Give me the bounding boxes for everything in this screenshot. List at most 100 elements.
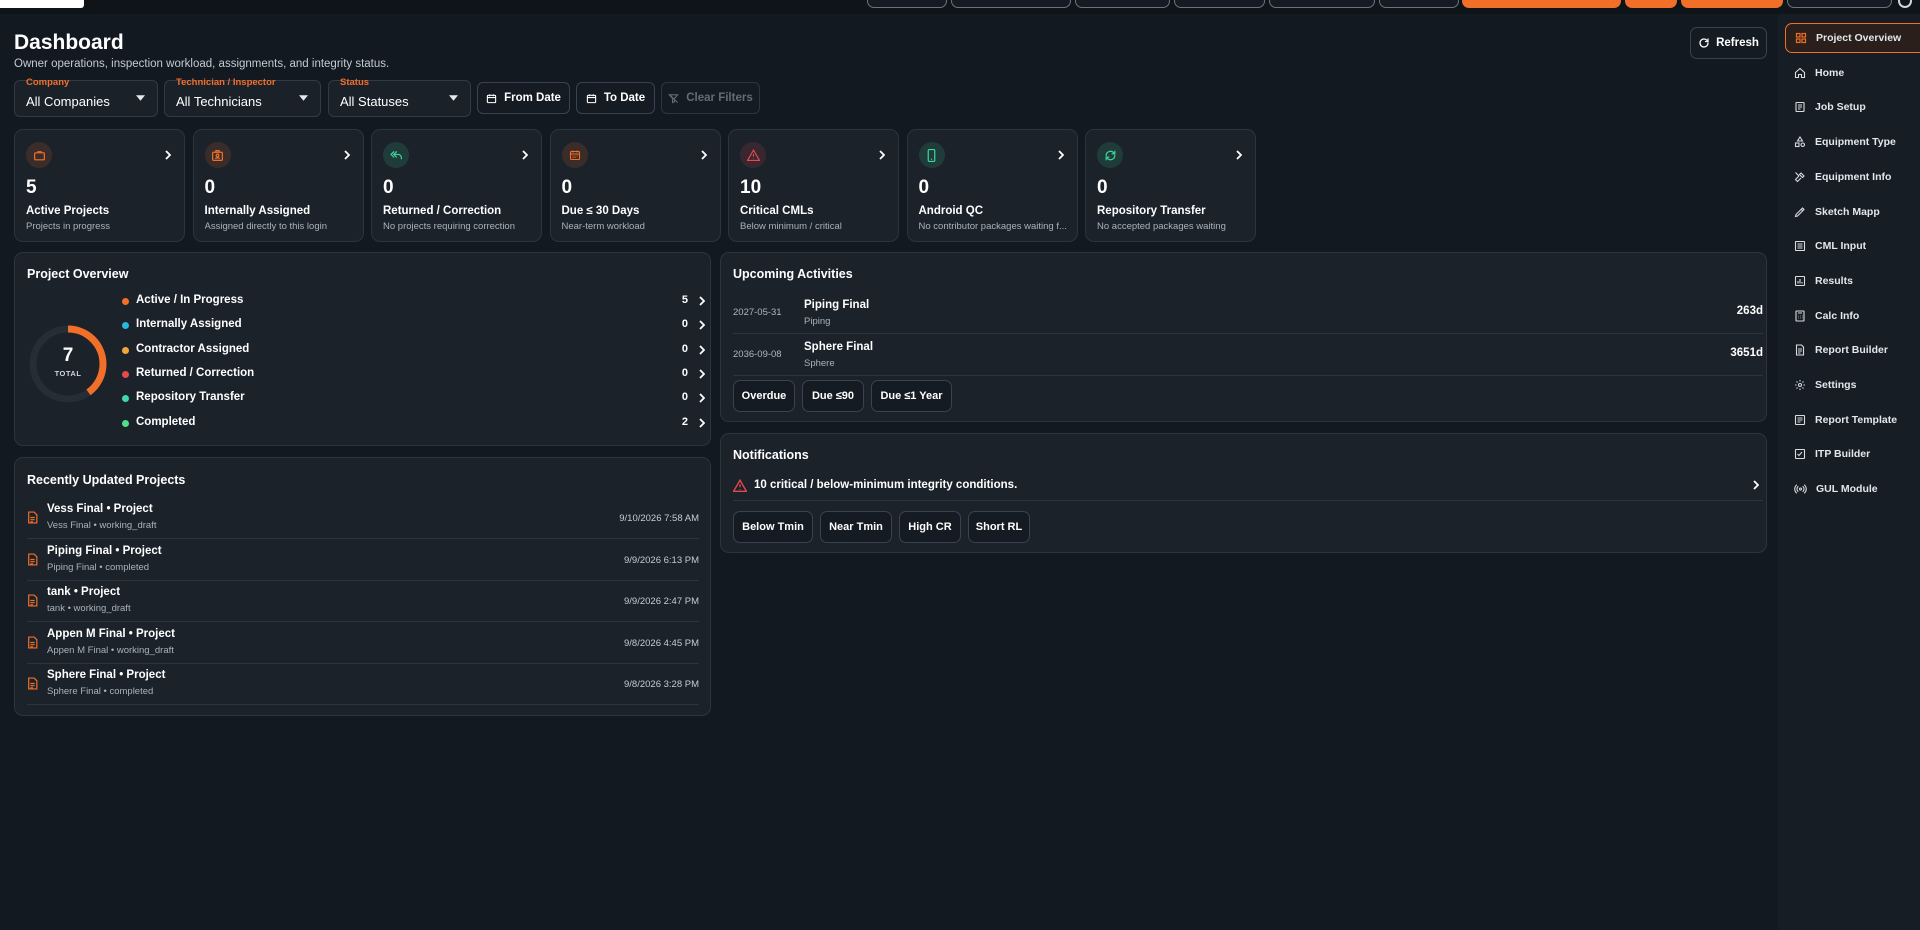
file-icon bbox=[27, 511, 38, 524]
company-filter[interactable]: Company All Companies bbox=[14, 77, 158, 117]
chip-near-tmin[interactable]: Near Tmin bbox=[820, 511, 892, 543]
stat-label: Active Projects bbox=[26, 205, 110, 217]
chevron-right-icon bbox=[1753, 480, 1759, 490]
recent-project-row[interactable]: Vess Final • Project Vess Final • workin… bbox=[27, 498, 699, 539]
chip-due-1-year[interactable]: Due ≤1 Year bbox=[871, 380, 952, 412]
shapes-icon bbox=[1794, 136, 1806, 148]
help-icon[interactable] bbox=[1898, 0, 1912, 8]
top-primary-button-1[interactable] bbox=[1462, 0, 1621, 8]
chip-high-cr[interactable]: High CR bbox=[899, 511, 961, 543]
top-button-4[interactable] bbox=[1174, 0, 1265, 8]
recent-project-row[interactable]: tank • Project tank • working_draft 9/9/… bbox=[27, 581, 699, 622]
overview-status-row[interactable]: Active / In Progress 5 bbox=[122, 293, 707, 311]
activity-title: Sphere Final bbox=[804, 340, 874, 353]
notification-item[interactable]: 10 critical / below-minimum integrity co… bbox=[733, 474, 1763, 501]
template-icon bbox=[1794, 414, 1806, 426]
clear-filters-label: Clear Filters bbox=[686, 92, 753, 104]
warning-icon bbox=[733, 479, 747, 492]
sidebar-item-report-template[interactable]: Report Template bbox=[1785, 405, 1920, 435]
top-button-2[interactable] bbox=[951, 0, 1071, 8]
page-title: Dashboard bbox=[14, 31, 124, 54]
status-dot bbox=[122, 346, 129, 354]
overview-status-row[interactable]: Internally Assigned 0 bbox=[122, 317, 707, 335]
recent-project-row[interactable]: Appen M Final • Project Appen M Final • … bbox=[27, 623, 699, 664]
donut-total: 7 bbox=[62, 345, 74, 366]
to-date-button[interactable]: To Date bbox=[576, 82, 655, 114]
sidebar-item-cml-input[interactable]: CML Input bbox=[1785, 231, 1920, 261]
sidebar-item-project-overview[interactable]: Project Overview bbox=[1785, 23, 1920, 53]
overview-status-row[interactable]: Returned / Correction 0 bbox=[122, 366, 707, 384]
stat-subtitle: Projects in progress bbox=[26, 221, 110, 232]
stat-card[interactable]: 0 Repository Transfer No accepted packag… bbox=[1085, 129, 1256, 242]
status-count: 5 bbox=[681, 294, 688, 306]
top-button-5[interactable] bbox=[1269, 0, 1375, 8]
top-button-1[interactable] bbox=[867, 0, 947, 8]
calendar-icon bbox=[561, 142, 588, 168]
sidebar-item-sketch-mapp[interactable]: Sketch Mapp bbox=[1785, 197, 1920, 227]
top-primary-button-2[interactable] bbox=[1625, 0, 1677, 8]
overview-status-row[interactable]: Completed 2 bbox=[122, 415, 707, 433]
top-primary-button-3[interactable] bbox=[1681, 0, 1783, 8]
stat-card[interactable]: 0 Due ≤ 30 Days Near-term workload bbox=[549, 129, 721, 242]
list-icon bbox=[1794, 240, 1806, 252]
activity-subtitle: Sphere bbox=[804, 357, 835, 369]
chevron-right-icon bbox=[699, 296, 705, 306]
stat-label: Repository Transfer bbox=[1097, 205, 1206, 217]
file-icon bbox=[27, 552, 38, 566]
status-dot bbox=[122, 370, 129, 378]
caret-down-icon bbox=[299, 95, 308, 101]
top-button-6[interactable] bbox=[1379, 0, 1459, 8]
chevron-right-icon bbox=[699, 344, 705, 355]
project-donut-chart: 7 TOTAL bbox=[27, 323, 109, 405]
sidebar-item-report-builder[interactable]: Report Builder bbox=[1785, 335, 1920, 365]
mobile-icon bbox=[918, 142, 945, 168]
sidebar-item-home[interactable]: Home bbox=[1785, 58, 1920, 88]
top-button-3[interactable] bbox=[1075, 0, 1170, 8]
sidebar-item-job-setup[interactable]: Job Setup bbox=[1785, 92, 1920, 122]
technician-filter[interactable]: Technician / Inspector All Technicians bbox=[164, 77, 321, 117]
company-filter-label: Company bbox=[26, 77, 70, 88]
recent-project-subtitle: Vess Final • working_draft bbox=[47, 520, 157, 531]
recent-project-row[interactable]: Sphere Final • Project Sphere Final • co… bbox=[27, 664, 699, 705]
sidebar-item-results[interactable]: Results bbox=[1785, 266, 1920, 296]
sidebar-item-label: Results bbox=[1815, 274, 1853, 287]
top-button-7[interactable] bbox=[1787, 0, 1892, 8]
overview-status-row[interactable]: Contractor Assigned 0 bbox=[122, 342, 707, 360]
chip-overdue[interactable]: Overdue bbox=[733, 380, 795, 412]
recent-project-row[interactable]: Piping Final • Project Piping Final • co… bbox=[27, 540, 699, 581]
clear-filters-button[interactable]: Clear Filters bbox=[661, 82, 760, 114]
stat-card[interactable]: 0 Returned / Correction No projects requ… bbox=[371, 129, 542, 242]
refresh-button[interactable]: Refresh bbox=[1690, 27, 1767, 59]
chevron-right-icon bbox=[1236, 150, 1242, 160]
stat-card[interactable]: 10 Critical CMLs Below minimum / critica… bbox=[728, 129, 899, 242]
activity-days: 3651d bbox=[1730, 346, 1763, 359]
sidebar-item-equipment-info[interactable]: Equipment Info bbox=[1785, 162, 1920, 192]
chip-below-tmin[interactable]: Below Tmin bbox=[733, 511, 813, 543]
app-logo[interactable] bbox=[0, 0, 84, 8]
sidebar-item-equipment-type[interactable]: Equipment Type bbox=[1785, 127, 1920, 157]
sidebar-item-settings[interactable]: Settings bbox=[1785, 370, 1920, 400]
chart-icon bbox=[1794, 275, 1806, 287]
sidebar-item-label: GUL Module bbox=[1816, 483, 1878, 496]
stat-card[interactable]: 0 Internally Assigned Assigned directly … bbox=[192, 129, 364, 242]
recent-project-time: 9/9/2026 6:13 PM bbox=[624, 554, 699, 566]
chip-short-rl[interactable]: Short RL bbox=[968, 511, 1030, 543]
page-subtitle: Owner operations, inspection workload, a… bbox=[14, 58, 390, 70]
status-filter[interactable]: Status All Statuses bbox=[328, 77, 471, 117]
stat-card[interactable]: 0 Android QC No contributor packages wai… bbox=[906, 129, 1078, 242]
upcoming-activity-row[interactable]: 2036-09-08 Sphere Final Sphere 3651d bbox=[733, 335, 1763, 376]
stat-subtitle: Assigned directly to this login bbox=[204, 221, 328, 232]
sidebar-item-itp-builder[interactable]: ITP Builder bbox=[1785, 439, 1920, 469]
chevron-right-icon bbox=[165, 150, 171, 160]
overview-status-row[interactable]: Repository Transfer 0 bbox=[122, 390, 707, 408]
sidebar-item-label: Job Setup bbox=[1815, 101, 1866, 114]
chip-due-90[interactable]: Due ≤90 bbox=[802, 380, 864, 412]
sidebar-item-label: CML Input bbox=[1815, 240, 1867, 253]
sidebar-item-gul-module[interactable]: GUL Module bbox=[1785, 474, 1920, 504]
caret-down-icon bbox=[449, 95, 458, 101]
from-date-button[interactable]: From Date bbox=[477, 82, 570, 114]
upcoming-activity-row[interactable]: 2027-05-31 Piping Final Piping 263d bbox=[733, 293, 1763, 334]
activity-date: 2027-05-31 bbox=[733, 307, 782, 318]
sidebar-item-calc-info[interactable]: Calc Info bbox=[1785, 301, 1920, 331]
stat-card[interactable]: 5 Active Projects Projects in progress bbox=[14, 129, 185, 242]
